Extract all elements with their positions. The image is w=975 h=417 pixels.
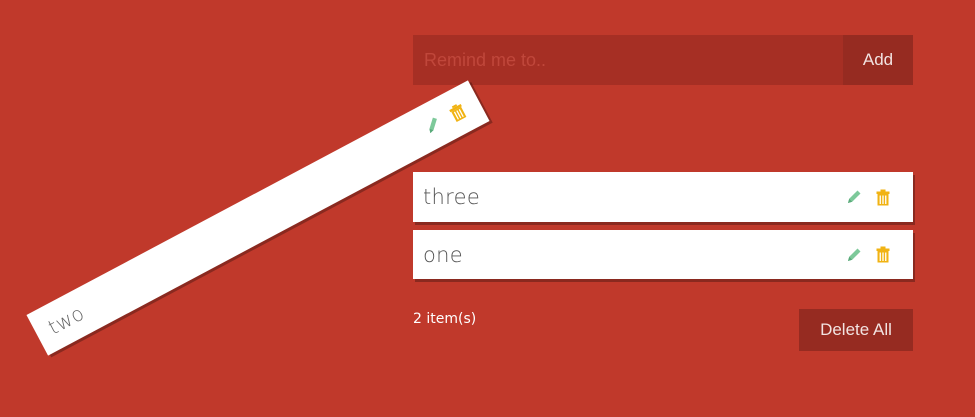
add-button[interactable]: Add xyxy=(843,35,913,85)
item-count: 2 item(s) xyxy=(413,311,477,327)
trash-icon[interactable] xyxy=(873,244,893,266)
trash-icon[interactable] xyxy=(873,186,893,208)
pencil-icon[interactable] xyxy=(844,186,864,208)
todo-text: three xyxy=(423,185,481,209)
todo-item[interactable]: one xyxy=(413,230,913,279)
trash-icon[interactable] xyxy=(444,97,472,126)
delete-all-button[interactable]: Delete All xyxy=(799,309,913,351)
todo-text: one xyxy=(423,242,463,267)
reminder-input[interactable] xyxy=(413,35,843,85)
new-reminder-form: Add xyxy=(413,35,913,85)
pencil-icon[interactable] xyxy=(844,244,864,266)
todo-item[interactable]: three xyxy=(413,172,913,222)
todo-text: two xyxy=(43,300,89,340)
